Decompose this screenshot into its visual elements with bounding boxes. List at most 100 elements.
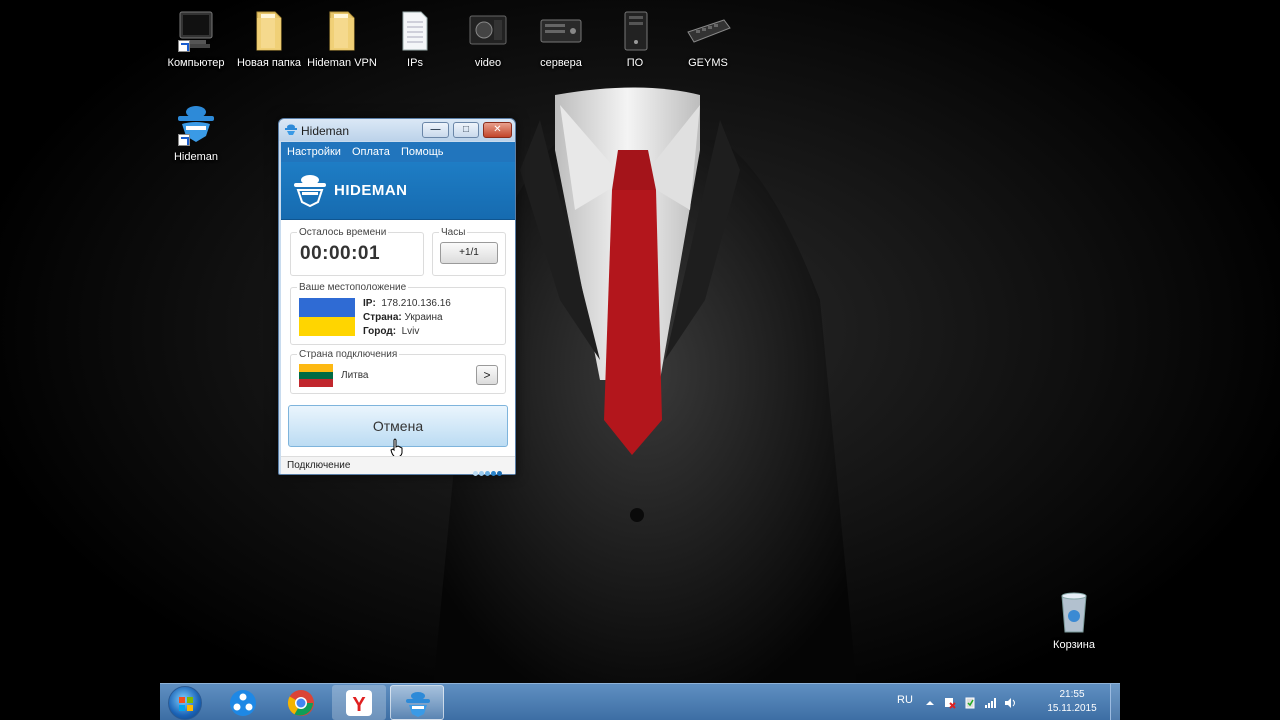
desktop-icon-ips[interactable]: IPs xyxy=(378,8,452,70)
clock-date: 15.11.2015 xyxy=(1047,703,1097,714)
server-icon xyxy=(537,8,585,54)
svg-text:Y: Y xyxy=(352,694,366,716)
maximize-icon: □ xyxy=(462,124,470,135)
connection-country-label: Страна подключения xyxy=(297,349,400,360)
city-label: Город: xyxy=(363,326,397,337)
ip-value: 178.210.136.16 xyxy=(381,298,451,309)
desktop-icon-new-folder[interactable]: Новая папка xyxy=(232,8,306,70)
show-hidden-icons-icon[interactable] xyxy=(924,696,936,708)
hideman-window: Hideman — □ ✕ Настройки Оплата Помощь HI… xyxy=(278,118,516,476)
next-country-button[interactable]: > xyxy=(476,365,498,385)
desktop-icon-label: IPs xyxy=(407,57,423,69)
shortcut-arrow-icon xyxy=(178,134,190,146)
recycle-bin-icon xyxy=(1050,590,1098,636)
time-left-group: Осталось времени 00:00:01 xyxy=(290,227,424,276)
ukraine-flag-icon xyxy=(299,298,355,336)
hideman-app-icon xyxy=(172,102,220,148)
taskbar-yandex-browser[interactable]: Y xyxy=(332,685,386,720)
network-signal-icon[interactable] xyxy=(984,696,996,708)
windows-logo-icon xyxy=(179,697,193,711)
shortcut-arrow-icon xyxy=(178,40,190,52)
status-text: Подключение xyxy=(287,460,351,471)
city-line: Город: Lviv xyxy=(363,326,419,337)
location-label: Ваше местоположение xyxy=(297,282,409,293)
window-client-area: Настройки Оплата Помощь HIDEMAN Осталось… xyxy=(281,142,515,476)
hours-label: Часы xyxy=(439,227,468,238)
taskbar-chrome[interactable] xyxy=(274,685,328,720)
folder-icon xyxy=(318,8,366,54)
network-app-icon xyxy=(230,690,256,716)
location-group: Ваше местоположение IP: 178.210.136.16 С… xyxy=(290,282,506,345)
desktop-icon-label: Новая папка xyxy=(236,57,302,69)
lithuania-flag-icon xyxy=(299,364,333,387)
language-indicator[interactable]: RU xyxy=(897,694,913,706)
desktop-icon-hideman[interactable]: Hideman xyxy=(159,102,233,164)
city-value: Lviv xyxy=(401,326,420,337)
desktop-icon-label: Компьютер xyxy=(167,57,225,69)
desktop-icon-video[interactable]: video xyxy=(451,8,525,70)
desktop-icon-servers[interactable]: сервера xyxy=(524,8,598,70)
keyboard-icon xyxy=(684,8,732,54)
yandex-browser-icon: Y xyxy=(346,690,372,716)
text-file-icon xyxy=(391,8,439,54)
country-value: Украина xyxy=(404,312,443,323)
window-title: Hideman xyxy=(301,124,350,138)
desktop-icon-software[interactable]: ПО xyxy=(598,8,672,70)
status-bar: Подключение xyxy=(281,456,515,476)
connection-country-group: Страна подключения Литва > xyxy=(290,349,506,394)
desktop-icon-label: Корзина xyxy=(1053,639,1095,651)
desktop-icon-label: GEYMS xyxy=(688,57,728,69)
hideman-app-icon xyxy=(406,692,430,717)
video-card-icon xyxy=(464,8,512,54)
hideman-logo-icon xyxy=(294,175,326,208)
minimize-button[interactable]: — xyxy=(422,122,449,138)
computer-icon xyxy=(172,8,220,54)
close-icon: ✕ xyxy=(493,124,502,135)
desktop-icon-label: ПО xyxy=(626,57,644,69)
progress-dots xyxy=(473,463,503,481)
connection-country-name: Литва xyxy=(341,370,369,381)
country-label: Страна: xyxy=(363,312,402,323)
action-center-icon[interactable] xyxy=(944,696,956,709)
desktop-icon-label: Hideman VPN xyxy=(307,57,377,69)
chrome-icon xyxy=(287,690,314,716)
safely-remove-icon[interactable] xyxy=(964,696,976,709)
brand-header: HIDEMAN xyxy=(281,162,515,220)
close-button[interactable]: ✕ xyxy=(483,122,512,138)
desktop-icon-label: Hideman xyxy=(173,151,219,163)
start-button[interactable] xyxy=(168,686,202,720)
menu-item-payment[interactable]: Оплата xyxy=(352,146,390,158)
time-left-value: 00:00:01 xyxy=(300,243,381,264)
menu-item-help[interactable]: Помощь xyxy=(401,146,444,158)
ip-line: IP: 178.210.136.16 xyxy=(363,298,451,309)
menu-bar: Настройки Оплата Помощь xyxy=(281,142,515,162)
hand-cursor-icon xyxy=(390,438,403,458)
add-hours-button[interactable]: +1/1 xyxy=(440,242,498,264)
folder-icon xyxy=(245,8,293,54)
system-tray xyxy=(924,696,1024,710)
desktop-icon-recycle-bin[interactable]: Корзина xyxy=(1037,590,1111,652)
time-left-label: Осталось времени xyxy=(297,227,389,238)
desktop-icon-label: video xyxy=(474,57,502,69)
tower-pc-icon xyxy=(611,8,659,54)
desktop-icon-computer[interactable]: Компьютер xyxy=(159,8,233,70)
taskbar-hideman[interactable] xyxy=(390,685,444,720)
brand-name: HIDEMAN xyxy=(334,182,408,199)
hours-group: Часы +1/1 xyxy=(432,227,506,276)
hideman-app-icon xyxy=(285,124,297,135)
clock-time: 21:55 xyxy=(1059,689,1085,700)
ip-label: IP: xyxy=(363,298,376,309)
desktop-icon-label: сервера xyxy=(540,57,582,69)
menu-item-settings[interactable]: Настройки xyxy=(287,146,341,158)
taskbar-network-app[interactable] xyxy=(216,685,270,720)
desktop-icon-hideman-vpn[interactable]: Hideman VPN xyxy=(305,8,379,70)
volume-icon[interactable] xyxy=(1004,696,1016,708)
taskbar: Y RU 21:55 15.11.2015 xyxy=(160,683,1120,720)
minimize-icon: — xyxy=(430,124,441,135)
desktop-icon-geyms[interactable]: GEYMS xyxy=(671,8,745,70)
show-desktop-button[interactable] xyxy=(1110,684,1120,720)
maximize-button[interactable]: □ xyxy=(453,122,479,138)
clock[interactable]: 21:55 15.11.2015 xyxy=(1036,688,1108,716)
country-line: Страна: Украина xyxy=(363,312,443,323)
window-titlebar[interactable]: Hideman — □ ✕ xyxy=(279,119,515,141)
